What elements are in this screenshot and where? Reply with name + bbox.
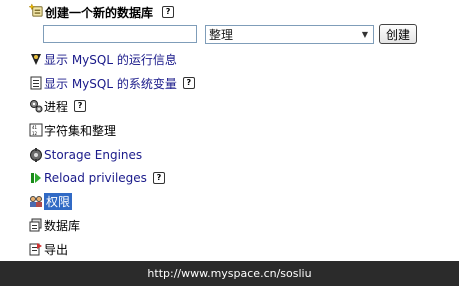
databases-icon xyxy=(29,218,42,232)
menu-label-processes[interactable]: 进程 xyxy=(44,98,68,115)
storage-engines-icon xyxy=(30,148,42,162)
menu-item-processes[interactable]: 进程 ? xyxy=(29,97,87,115)
create-button[interactable]: 创建 xyxy=(379,24,417,44)
help-icon[interactable]: ? xyxy=(74,100,87,112)
menu-item-databases[interactable]: 数据库 xyxy=(29,216,80,234)
menu-item-charsets[interactable]: 41 12 字符集和整理 xyxy=(29,121,116,139)
create-database-title: 创建一个新的数据库 xyxy=(45,5,154,20)
server-status-icon xyxy=(31,54,41,65)
collation-select[interactable]: 整理 ▼ xyxy=(205,25,374,44)
reload-icon xyxy=(31,173,41,183)
menu-item-reload-privileges[interactable]: Reload privileges ? xyxy=(29,169,165,187)
menu-item-privileges[interactable]: 权限 xyxy=(29,192,73,210)
menu-item-system-variables[interactable]: 显示 MySQL 的系统变量 ? xyxy=(29,74,195,92)
charset-icon: 41 12 xyxy=(29,123,43,137)
menu-item-export[interactable]: 导出 xyxy=(29,240,68,258)
create-database-heading: 创建一个新的数据库 ? xyxy=(45,4,175,20)
menu-label-databases[interactable]: 数据库 xyxy=(44,217,80,234)
variables-icon xyxy=(30,76,42,90)
collation-selected-value: 整理 xyxy=(209,28,234,42)
menu-item-storage-engines[interactable]: Storage Engines xyxy=(29,146,142,164)
new-database-icon xyxy=(29,3,43,17)
svg-text:12: 12 xyxy=(32,131,38,136)
help-icon[interactable]: ? xyxy=(182,77,195,89)
menu-label-storage-engines[interactable]: Storage Engines xyxy=(44,148,142,162)
svg-text:41: 41 xyxy=(32,125,38,130)
process-icon xyxy=(30,100,43,113)
menu-label-export[interactable]: 导出 xyxy=(44,241,68,258)
export-icon xyxy=(29,243,42,256)
menu-item-server-status[interactable]: 显示 MySQL 的运行信息 xyxy=(29,50,177,68)
menu-label-server-status[interactable]: 显示 MySQL 的运行信息 xyxy=(44,51,177,68)
watermark-bar: http://www.myspace.cn/sosliu xyxy=(0,261,459,286)
chevron-down-icon[interactable]: ▼ xyxy=(357,26,373,43)
database-name-input[interactable] xyxy=(43,25,197,43)
watermark-text: http://www.myspace.cn/sosliu xyxy=(147,267,312,280)
menu-label-charsets[interactable]: 字符集和整理 xyxy=(44,122,116,139)
help-icon[interactable]: ? xyxy=(162,6,175,18)
privileges-icon xyxy=(30,196,42,207)
menu-label-privileges[interactable]: 权限 xyxy=(44,192,73,210)
menu-label-reload-privileges[interactable]: Reload privileges xyxy=(44,171,147,185)
help-icon[interactable]: ? xyxy=(152,172,165,184)
menu-label-system-variables[interactable]: 显示 MySQL 的系统变量 xyxy=(44,75,177,92)
